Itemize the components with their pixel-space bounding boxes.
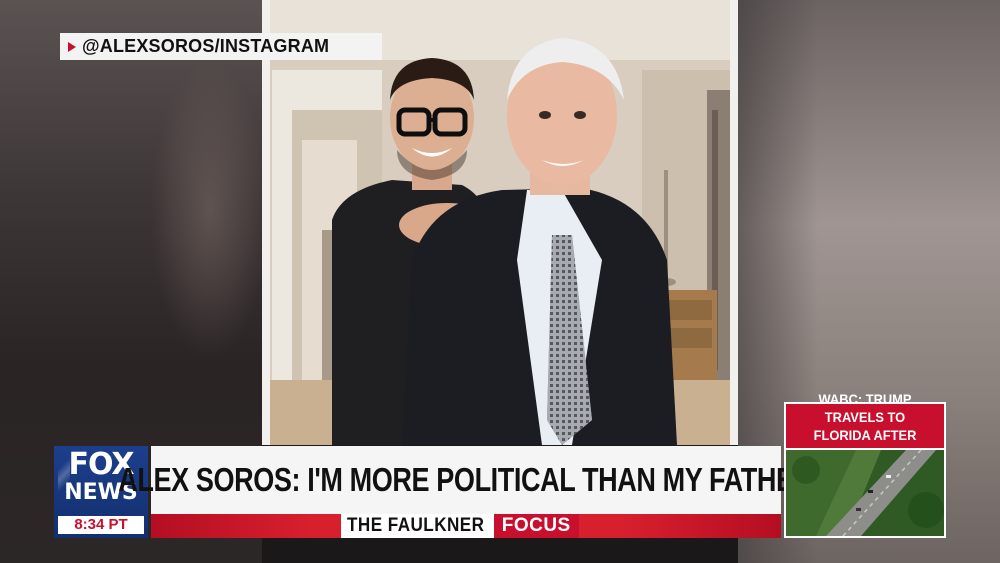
source-credit-text: @ALEXSOROS/INSTAGRAM — [82, 36, 330, 56]
show-name: THE FAULKNER — [347, 515, 485, 536]
headline-bar: ALEX SOROS: I'M MORE POLITICAL THAN MY F… — [119, 446, 814, 514]
broadcast-frame: @ALEXSOROS/INSTAGRAM FOX NEWS 8:34 PT AL… — [0, 0, 1000, 563]
headline-text: ALEX SOROS: I'M MORE POLITICAL THAN MY F… — [118, 461, 814, 498]
photo-illustration — [262, 0, 738, 445]
side-news-box: WABC: TRUMP TRAVELS TO FLORIDA AFTER IND… — [784, 391, 946, 538]
show-focus-label: FOCUS — [493, 514, 579, 538]
side-news-line-1: WABC: TRUMP TRAVELS TO — [818, 391, 912, 425]
broadcast-time: 8:34 PT — [58, 516, 144, 534]
show-bar: THE FAULKNER FOCUS — [151, 514, 781, 538]
photo-frame-left — [262, 0, 270, 445]
photo-frame-right — [730, 0, 738, 445]
source-credit: @ALEXSOROS/INSTAGRAM — [60, 33, 382, 60]
instagram-photo — [262, 0, 738, 445]
show-label: THE FAULKNER FOCUS — [341, 514, 579, 538]
highway-aerial-image — [786, 450, 944, 536]
lower-third: FOX NEWS 8:34 PT ALEX SOROS: I'M MORE PO… — [54, 446, 814, 538]
side-news-title: WABC: TRUMP TRAVELS TO FLORIDA AFTER IND… — [786, 391, 944, 461]
play-icon — [68, 41, 76, 52]
side-news-thumbnail — [786, 450, 944, 536]
